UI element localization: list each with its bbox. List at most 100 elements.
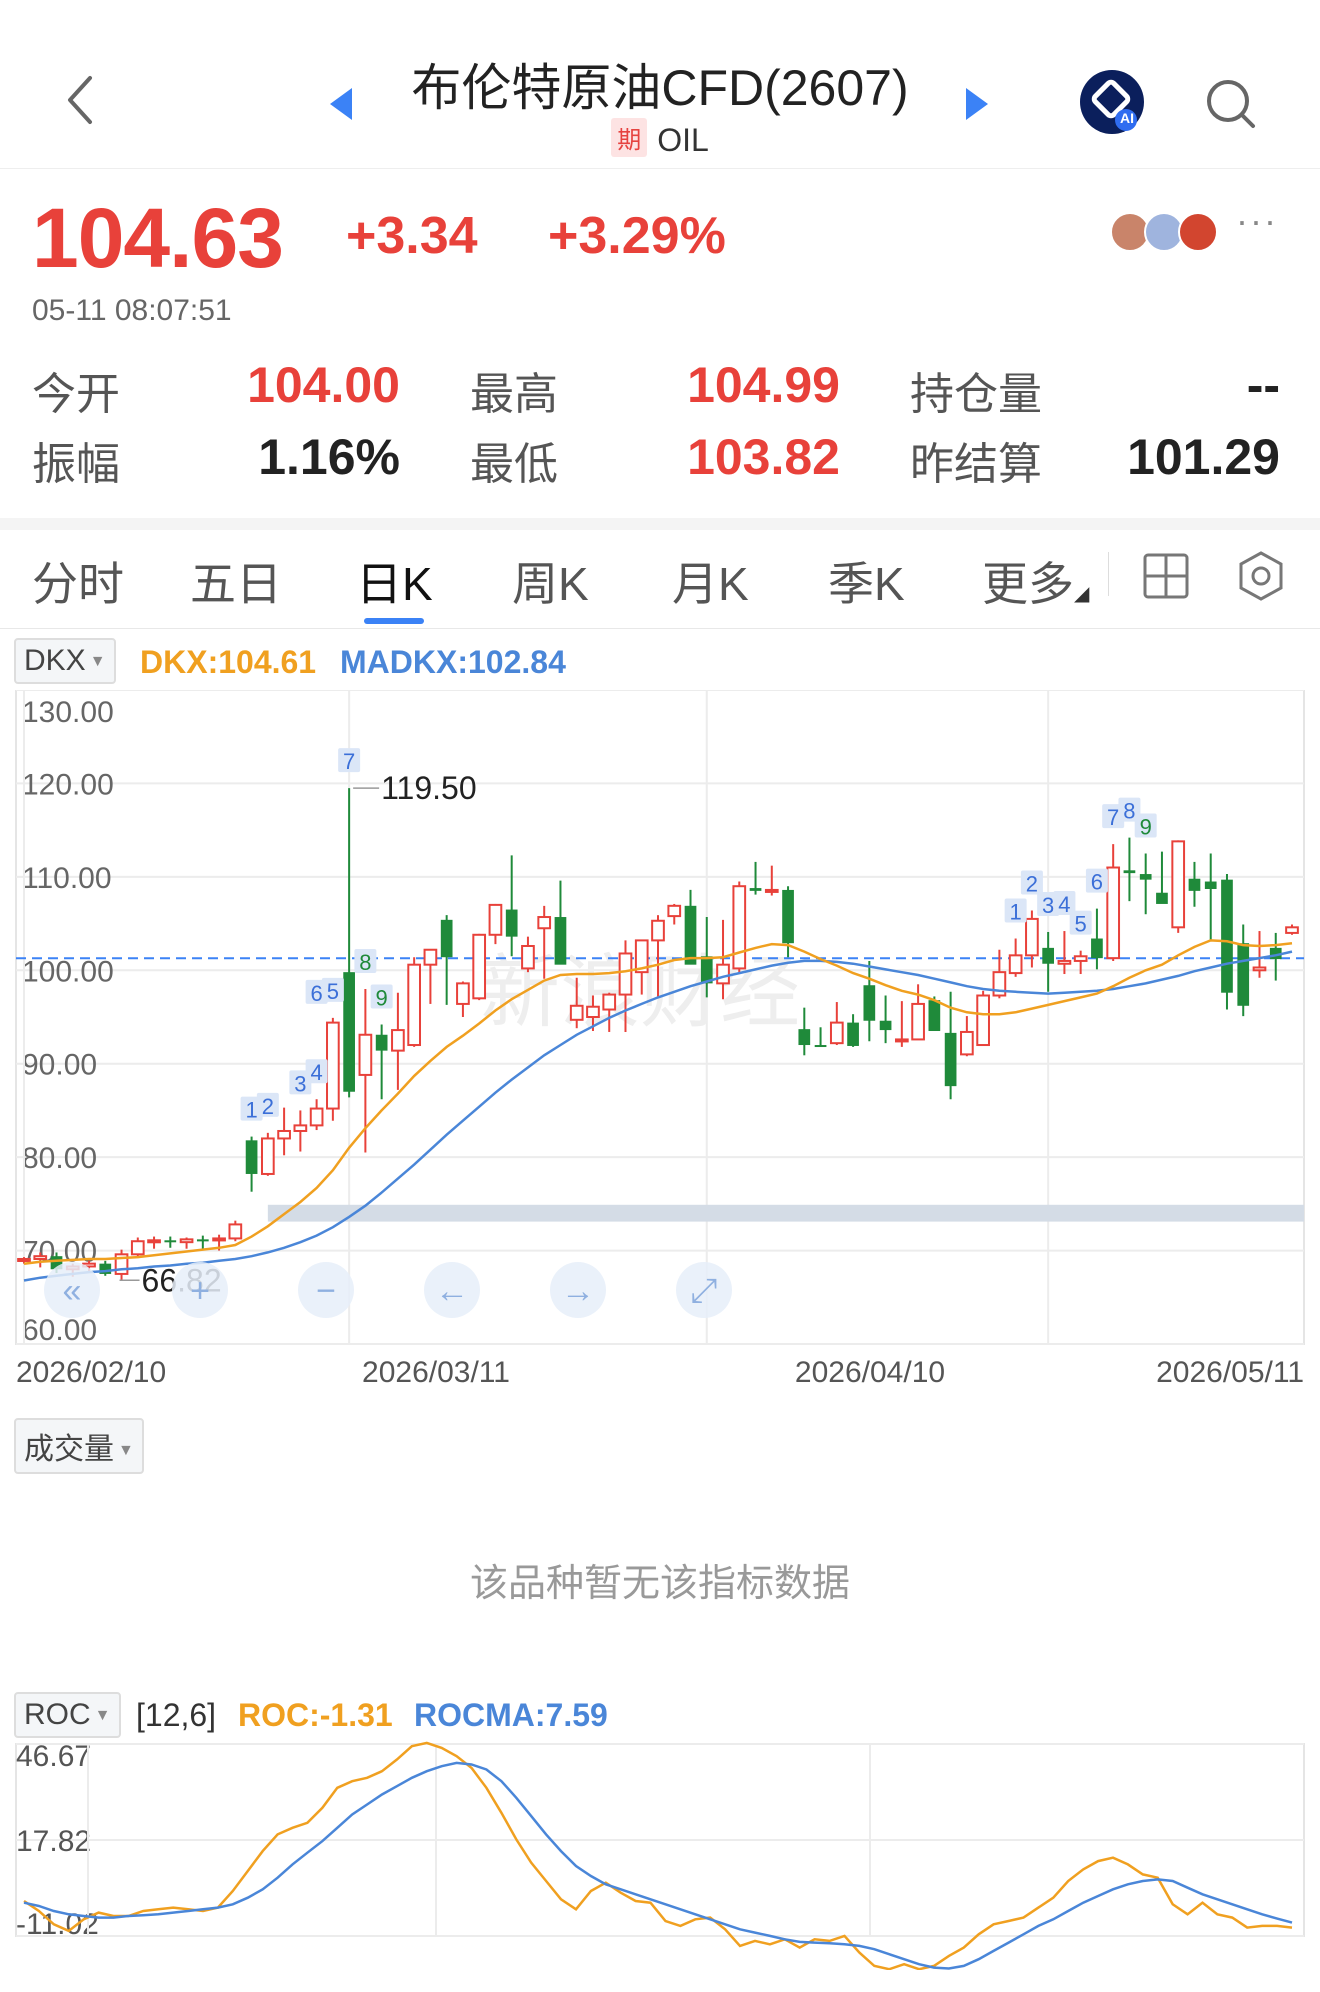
candle-body-up [407, 963, 422, 1047]
candle-body-up [1008, 954, 1023, 975]
roc-y-tick-label: 17.82 [16, 1825, 91, 1858]
td-sequence-number: 3 [1042, 893, 1054, 918]
y-tick-label: 120.00 [22, 768, 114, 801]
volume-indicator-name: 成交量 [24, 1433, 114, 1466]
td-sequence-number: 1 [1010, 900, 1022, 925]
candle-body-up [1025, 917, 1039, 957]
tab-monthly-k[interactable]: 月K [672, 548, 749, 614]
settings-icon[interactable] [1236, 550, 1286, 607]
stat-value-amplitude: 1.16% [258, 429, 400, 485]
candle-body-up [618, 952, 633, 996]
y-tick-label: 130.00 [22, 696, 114, 729]
candle-body-down [245, 1140, 258, 1174]
candle-body-up [569, 1004, 584, 1021]
fullscreen-button[interactable]: ⤢ [676, 1262, 732, 1318]
section-divider [0, 518, 1320, 530]
more-options-icon[interactable]: ··· [1236, 200, 1278, 242]
stat-value-low: 103.82 [687, 429, 840, 485]
zoom-in-icon: + [190, 1272, 210, 1310]
x-tick-label: 2026/02/10 [16, 1356, 166, 1389]
y-tick-label: 80.00 [22, 1142, 97, 1175]
ai-assistant-button[interactable]: AI [1080, 70, 1144, 134]
candle-body-up [391, 1029, 405, 1052]
quote-timestamp: 05-11 08:07:51 [32, 294, 232, 327]
tab-divider [1108, 552, 1109, 596]
search-icon[interactable] [1205, 78, 1257, 135]
user-avatar[interactable] [1178, 212, 1218, 252]
td-sequence-number: 2 [1026, 871, 1038, 896]
candle-body-up [716, 963, 730, 985]
tab-more-label: 更多 [982, 558, 1074, 610]
futures-badge: 期 [611, 118, 648, 157]
candle-body-up [1106, 866, 1121, 960]
candle-body-down [1139, 874, 1152, 880]
symbol-code: OIL [657, 122, 709, 158]
volume-indicator-select[interactable]: 成交量 ▼ [14, 1418, 144, 1474]
candle-body-down [1042, 947, 1055, 964]
stat-label-amplitude: 振幅 [32, 440, 120, 489]
candle-body-down [879, 1020, 892, 1031]
scroll-right-button[interactable]: → [550, 1262, 606, 1318]
candlestick-chart[interactable]: 130.00120.00110.00100.0090.0080.0070.006… [0, 690, 1320, 1410]
candle-body-down [863, 985, 876, 1021]
layout-grid-icon[interactable] [1142, 552, 1190, 605]
zoom-in-button[interactable]: + [172, 1262, 228, 1318]
zoom-out-button[interactable]: − [298, 1262, 354, 1318]
candle-body-down [814, 1045, 827, 1048]
candle-body-down [1123, 870, 1136, 874]
candle-body-up [911, 1002, 925, 1041]
stat-value-high: 104.99 [687, 357, 840, 413]
stat-label-open-interest: 持仓量 [910, 370, 1042, 419]
next-contract-icon[interactable] [962, 86, 992, 127]
tab-more[interactable]: 更多◢ [982, 548, 1089, 614]
candle-body-up [960, 1030, 974, 1056]
chevron-down-icon: ◢ [1074, 583, 1090, 605]
candle-body-down [847, 1022, 859, 1046]
main-indicator-select[interactable]: DKX ▼ [14, 638, 116, 684]
td-sequence-number: 7 [1107, 805, 1119, 830]
tab-weekly-k[interactable]: 周K [512, 548, 589, 614]
candle-body-up [488, 903, 503, 936]
candle-body-down [749, 888, 762, 891]
tab-intraday[interactable]: 分时 [32, 548, 124, 614]
candle-body-down [798, 1029, 811, 1046]
candle-body-up [1057, 959, 1072, 965]
tab-quarterly-k[interactable]: 季K [828, 548, 905, 614]
price-change-percent: +3.29% [548, 207, 726, 265]
candle-body-down [944, 1032, 957, 1087]
scroll-left-button[interactable]: ← [424, 1262, 480, 1318]
candle-body-up [130, 1240, 145, 1256]
price-change: +3.34 [346, 207, 478, 265]
td-sequence-number: 3 [294, 1071, 306, 1096]
ai-logo-icon [1091, 79, 1137, 131]
candle-body-down [196, 1239, 209, 1242]
candle-body-up [651, 919, 665, 942]
td-sequence-number: 7 [343, 749, 355, 774]
dkx-value: DKX:104.61 [140, 644, 317, 680]
candle-body-up [228, 1223, 243, 1240]
y-tick-label: 60.00 [22, 1314, 97, 1347]
x-tick-label: 2026/05/11 [1156, 1356, 1304, 1389]
td-sequence-number: 5 [327, 979, 339, 1004]
candle-body-down [1091, 938, 1103, 959]
tab-bar-divider [0, 628, 1320, 629]
stat-value-open: 104.00 [247, 357, 400, 413]
ai-label: AI [1120, 110, 1134, 126]
candle-body-up [976, 994, 990, 1047]
tab-daily-k[interactable]: 日K [356, 548, 433, 614]
candle-body-up [521, 944, 535, 970]
candle-body-down [1204, 881, 1217, 890]
rocma-value: ROCMA:7.59 [414, 1697, 608, 1733]
td-sequence-number: 4 [310, 1060, 322, 1085]
roc-value: ROC:-1.31 [238, 1697, 393, 1733]
roc-indicator-select[interactable]: ROC ▼ [14, 1692, 121, 1738]
candle-body-up [293, 1124, 308, 1132]
zoom-out-icon: − [316, 1272, 336, 1310]
roc-indicator-name: ROC [24, 1698, 91, 1731]
tab-five-day[interactable]: 五日 [190, 548, 282, 614]
td-sequence-number: 6 [310, 981, 322, 1006]
candle-body-up [212, 1237, 226, 1242]
candle-body-down [554, 917, 567, 965]
scroll-left-fast-button[interactable]: « [44, 1262, 100, 1318]
candle-body-up [147, 1239, 161, 1244]
